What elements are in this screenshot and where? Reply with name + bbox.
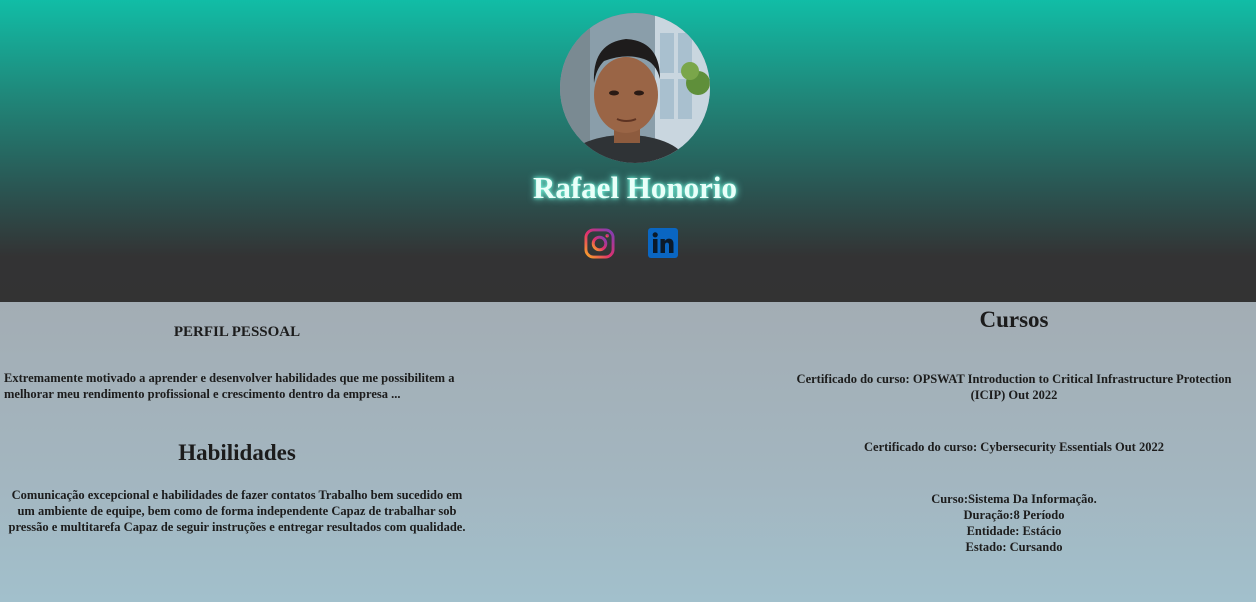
course-entity: Entidade: Estácio: [966, 524, 1062, 538]
habilidades-title: Habilidades: [178, 440, 296, 465]
perfil-text: Extremamente motivado a aprender e desen…: [4, 371, 455, 401]
content-area: PERFIL PESSOAL Extremamente motivado a a…: [0, 302, 1256, 602]
certificate-item: Certificado do curso: OPSWAT Introductio…: [796, 372, 1232, 402]
certificate-item: Certificado do curso: Cybersecurity Esse…: [864, 440, 1164, 454]
habilidades-text: Comunicação excepcional e habilidades de…: [8, 488, 466, 534]
avatar-photo: [560, 13, 710, 163]
linkedin-icon[interactable]: [648, 228, 678, 258]
profile-header: Rafael Honorio: [0, 0, 1256, 302]
perfil-title: PERFIL PESSOAL: [173, 324, 301, 340]
avatar: [560, 13, 710, 163]
cursos-title: Cursos: [979, 307, 1049, 332]
profile-name: Rafael Honorio: [532, 170, 738, 205]
course-name: Curso:Sistema Da Informação.: [931, 492, 1097, 506]
course-status: Estado: Cursando: [965, 540, 1063, 554]
instagram-icon[interactable]: [584, 228, 615, 259]
course-duration: Duração:8 Período: [963, 508, 1065, 522]
course-info: Curso:Sistema Da Informação. Duração:8 P…: [780, 491, 1248, 555]
